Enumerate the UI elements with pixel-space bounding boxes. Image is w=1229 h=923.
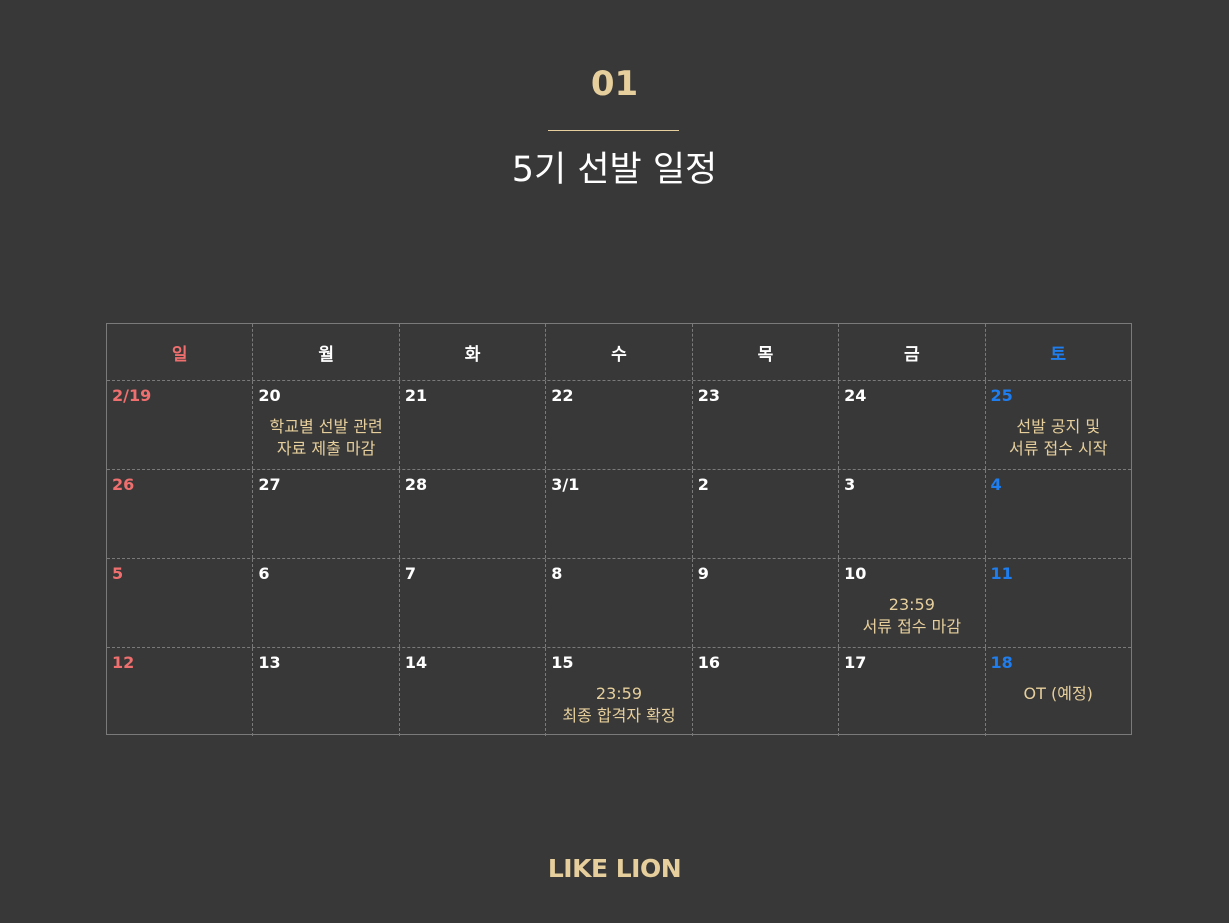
calendar-day-cell: 5 [107,559,254,647]
weekday-wednesday: 수 [546,324,693,380]
title-divider [548,130,679,131]
day-number: 3/1 [551,475,580,494]
calendar-day-cell: 16 [693,648,840,736]
calendar-day-cell: 15 23:59 최종 합격자 확정 [546,648,693,736]
calendar-day-cell: 22 [546,381,693,469]
day-number: 16 [697,653,720,672]
day-number: 2 [697,475,709,494]
calendar-day-cell: 12 [107,648,254,736]
calendar-day-cell: 4 [986,470,1131,558]
event-text-line: 서류 접수 시작 [1008,439,1108,458]
calendar-day-cell: 26 [107,470,254,558]
calendar-day-cell: 6 [253,559,400,647]
day-number: 5 [112,564,124,583]
calendar-week-row: 5 6 7 8 9 10 23:59 서류 접수 마감 11 [107,559,1131,648]
like-lion-logo: LIKE LION [547,854,682,883]
day-number: 8 [551,564,563,583]
calendar-weekday-header: 일 월 화 수 목 금 토 [107,324,1131,381]
calendar-day-cell: 11 [986,559,1131,647]
event-text-line: 학교별 선발 관련 [269,417,383,436]
day-number: 27 [258,475,281,494]
day-number: 11 [990,564,1013,583]
day-number: 10 [844,564,867,583]
event-text-line: 선발 공지 및 [1016,417,1101,436]
calendar-day-cell: 3/1 [546,470,693,558]
section-number: 01 [590,64,639,104]
schedule-event: 선발 공지 및서류 접수 시작 [986,416,1131,460]
weekday-friday: 금 [839,324,986,380]
calendar-week-row: 2/19 20 학교별 선발 관련 자료 제출 마감 21 22 23 24 25 선발 공지 및… [107,381,1131,470]
calendar-day-cell: 2 [693,470,840,558]
day-number: 21 [404,386,428,405]
day-number: 15 [551,653,574,672]
day-number: 14 [404,653,428,672]
day-number: 26 [112,475,135,494]
calendar-day-cell: 13 [253,648,400,736]
event-text-line: 23:59 [888,595,935,614]
schedule-calendar: 일 월 화 수 목 금 토 2/19 20 학교별 선발 관련 자료 제출 마감 21 2… [106,323,1132,736]
day-number: 23 [697,386,720,405]
calendar-day-cell: 17 [839,648,986,736]
day-number: 25 [990,386,1013,405]
calendar-day-cell: 21 [400,381,547,469]
day-number: 6 [258,564,270,583]
day-number: 28 [404,475,428,494]
calendar-day-cell: 2/19 [107,381,254,469]
day-number: 22 [551,386,574,405]
schedule-event: 23:59 최종 합격자 확정 [546,683,691,727]
event-text-line: OT (예정) [1023,684,1093,703]
calendar-day-cell: 24 [839,381,986,469]
day-number: 2/19 [112,386,152,405]
calendar-day-cell: 7 [400,559,547,647]
calendar-day-cell: 23 [693,381,840,469]
event-text-line: 자료 제출 마감 [276,439,376,458]
day-number: 20 [258,386,281,405]
calendar-day-cell: 18 OT (예정) [986,648,1131,736]
day-number: 7 [404,564,416,583]
calendar-day-cell: 14 [400,648,547,736]
day-number: 3 [844,475,856,494]
calendar-body: 2/19 20 학교별 선발 관련 자료 제출 마감 21 22 23 24 25 선발 공지 및… [107,381,1131,736]
calendar-day-cell: 9 [693,559,840,647]
weekday-monday: 월 [253,324,400,380]
schedule-event: OT (예정) [986,683,1131,705]
weekday-sunday: 일 [107,324,254,380]
event-text-line: 서류 접수 마감 [862,617,962,636]
schedule-event: 23:59 서류 접수 마감 [839,594,984,638]
calendar-day-cell: 3 [839,470,986,558]
calendar-day-cell: 28 [400,470,547,558]
calendar-day-cell: 25 선발 공지 및 서류 접수 시작 [986,381,1131,469]
event-text-line: 최종 합격자 확정 [562,706,676,725]
day-number: 24 [844,386,867,405]
calendar-day-cell: 10 23:59 서류 접수 마감 [839,559,986,647]
day-number: 13 [258,653,281,672]
calendar-day-cell: 27 [253,470,400,558]
day-number: 9 [697,564,709,583]
schedule-event: 학교별 선발 관련자료 제출 마감 [253,416,398,460]
weekday-tuesday: 화 [400,324,547,380]
day-number: 18 [990,653,1013,672]
day-number: 12 [112,653,135,672]
calendar-week-row: 12 13 14 15 23:59 최종 합격자 확정 16 17 18 OT (예정) [107,648,1131,736]
weekday-saturday: 토 [1050,344,1067,365]
weekday-thursday: 목 [693,324,840,380]
calendar-week-row: 26 27 28 3/1 2 3 4 [107,470,1131,559]
calendar-day-cell: 20 학교별 선발 관련자료 제출 마감 [253,381,400,469]
day-number: 17 [844,653,867,672]
page-title: 5기 선발 일정 [511,150,718,190]
calendar-day-cell: 8 [546,559,693,647]
event-text-line: 23:59 [595,684,643,703]
day-number: 4 [990,475,1002,494]
